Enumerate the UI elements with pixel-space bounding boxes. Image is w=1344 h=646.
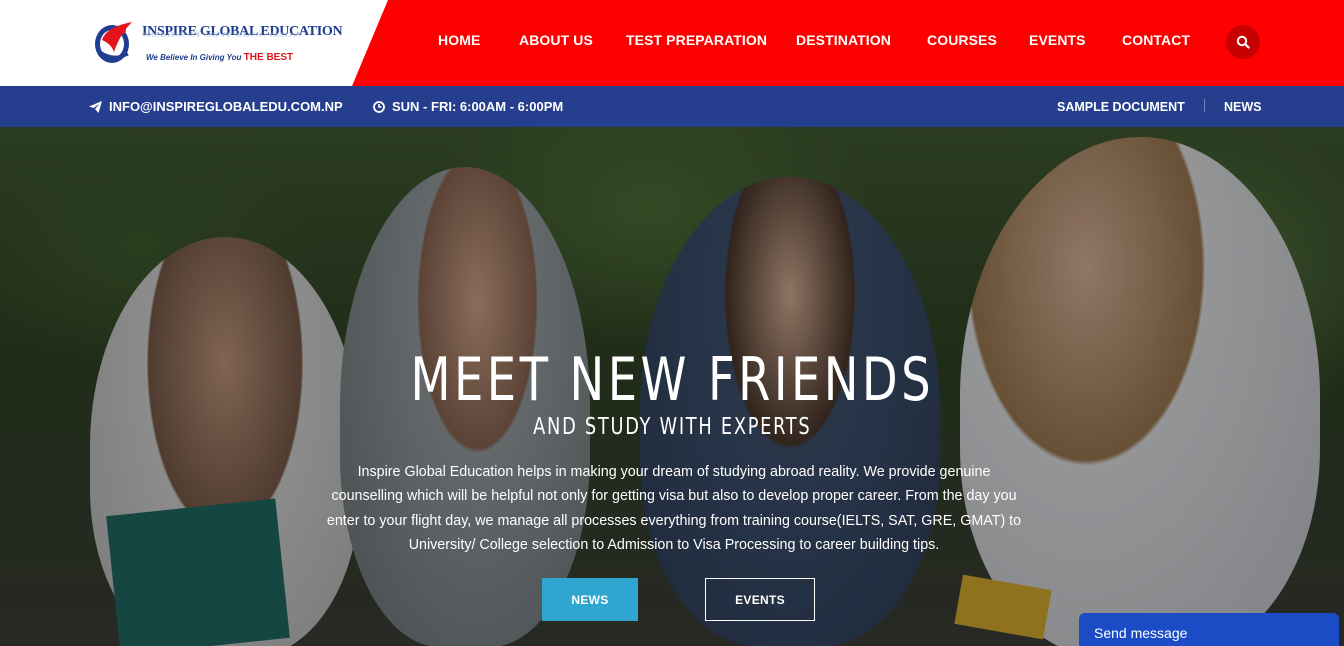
nav-courses[interactable]: COURSES [927, 32, 997, 48]
nav-events[interactable]: EVENTS [1029, 32, 1086, 48]
news-button[interactable]: NEWS [542, 578, 638, 621]
logo-title-reflection: INSPIRE GLOBAL EDUCATION [142, 30, 301, 38]
site-logo[interactable]: INSPIRE GLOBAL EDUCATION INSPIRE GLOBAL … [92, 16, 343, 68]
nav-home[interactable]: HOME [438, 32, 480, 48]
top-info-bar: INFO@INSPIREGLOBALEDU.COM.NP SUN - FRI: … [0, 86, 1344, 127]
hero-description: Inspire Global Education helps in making… [326, 464, 1022, 553]
clock-icon [373, 100, 385, 113]
hero-title: MEET NEW FRIENDS [410, 345, 935, 415]
nav-about-us[interactable]: ABOUT US [519, 32, 593, 48]
events-button[interactable]: EVENTS [705, 578, 815, 621]
search-button[interactable] [1226, 25, 1260, 59]
logo-mark-icon [95, 22, 132, 63]
news-link[interactable]: NEWS [1224, 100, 1262, 114]
nav-test-preparation[interactable]: TEST PREPARATION [626, 32, 767, 48]
hours-info: SUN - FRI: 6:00AM - 6:00PM [373, 99, 563, 114]
logo-tagline-emphasis: THE BEST [243, 52, 294, 63]
hero-subtitle: AND STUDY WITH EXPERTS [533, 414, 812, 440]
paper-plane-icon [89, 100, 102, 113]
hero-banner: MEET NEW FRIENDS AND STUDY WITH EXPERTS … [0, 127, 1344, 646]
logo-tagline: We Believe In Giving You THE BEST [146, 52, 293, 63]
nav-destination[interactable]: DESTINATION [796, 32, 891, 48]
search-icon [1236, 35, 1250, 49]
site-header: INSPIRE GLOBAL EDUCATION INSPIRE GLOBAL … [0, 0, 1344, 86]
infobar-divider [1204, 99, 1205, 112]
hours-text: SUN - FRI: 6:00AM - 6:00PM [392, 99, 564, 114]
email-info[interactable]: INFO@INSPIREGLOBALEDU.COM.NP [89, 99, 343, 114]
sample-document-link[interactable]: SAMPLE DOCUMENT [1057, 100, 1185, 114]
nav-contact[interactable]: CONTACT [1122, 32, 1190, 48]
send-message-chat[interactable]: Send message [1079, 613, 1339, 646]
email-text: INFO@INSPIREGLOBALEDU.COM.NP [109, 99, 343, 114]
logo-tagline-text: We Believe In Giving You [146, 53, 242, 62]
